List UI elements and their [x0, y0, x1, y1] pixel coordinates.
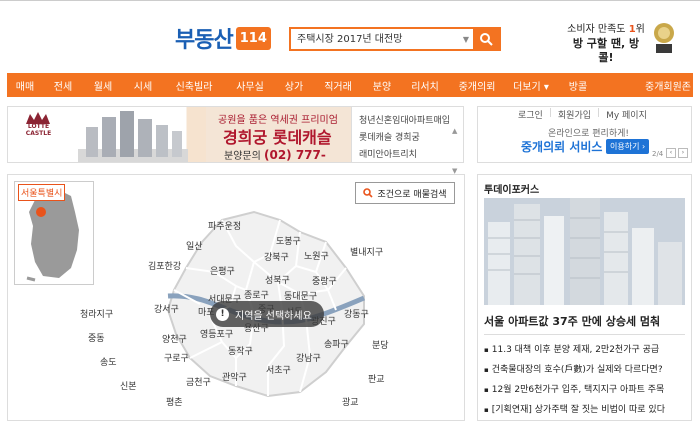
nav-item-research[interactable]: 리서치	[401, 78, 449, 93]
banner-list-item[interactable]: 청년신혼임대아파트매입	[359, 113, 450, 126]
condition-search-button[interactable]: 조건으로 매물검색	[355, 182, 455, 204]
district-gangnam[interactable]: 강남구	[296, 351, 321, 364]
promo-line1a: 소비자 만족도	[567, 24, 629, 35]
district-gwanak[interactable]: 관악구	[222, 370, 247, 383]
promo-rank: 1	[628, 24, 636, 35]
nav-item-office[interactable]: 사무실	[225, 78, 275, 93]
login-tabs: 로그인 | 회원가입 | My 페이지	[518, 108, 647, 121]
banner-brand: LOTTE CASTLE	[25, 123, 52, 137]
focus-headline[interactable]: 서울 아파트값 37주 만에 상승세 멈춰	[484, 313, 660, 329]
district-seocho[interactable]: 서초구	[266, 363, 291, 376]
district-geumcheon[interactable]: 금천구	[186, 375, 211, 388]
district-pyeongchon[interactable]: 평촌	[166, 395, 183, 408]
search-input[interactable]: 주택시장 2017년 대전망	[291, 29, 459, 49]
tab-signup[interactable]: 회원가입	[558, 108, 591, 121]
district-gimpo[interactable]: 김포한강	[148, 259, 181, 272]
promo-text[interactable]: 소비자 만족도 1위 방 구할 땐, 방콜!	[566, 23, 646, 65]
search-icon	[480, 33, 493, 46]
nav-item-more[interactable]: 더보기 ▾	[505, 78, 557, 93]
logo-text: 부동산	[175, 28, 234, 53]
tab-mypage[interactable]: My 페이지	[606, 108, 647, 121]
search-icon	[363, 188, 374, 198]
district-pangyo[interactable]: 판교	[368, 372, 385, 385]
banner-line3: 분양문의 (02) 777-0688	[224, 147, 351, 162]
promo-line1c: 위	[635, 24, 645, 35]
site-logo[interactable]: 부동산 114	[175, 23, 271, 53]
minimap-label: 서울특별시	[18, 184, 66, 201]
banner-list-item[interactable]: 래미안아트리치	[359, 147, 417, 160]
nav-item-price[interactable]: 시세	[123, 78, 163, 93]
logo-number: 114	[235, 26, 271, 50]
district-yangcheon[interactable]: 양천구	[162, 332, 187, 345]
district-dongjak[interactable]: 동작구	[228, 344, 253, 357]
search-bar[interactable]: 주택시장 2017년 대전망 ▼	[289, 27, 501, 51]
nav-item-new-villa[interactable]: 신축빌라	[163, 78, 225, 93]
nav-item-bangcall[interactable]: 방콜	[557, 78, 599, 93]
district-gangdong[interactable]: 강동구	[344, 307, 369, 320]
divider: |	[548, 108, 552, 118]
district-eunpyeong[interactable]: 은평구	[210, 264, 235, 277]
news-item[interactable]: 11.3 대책 이후 분양 제재, 2만2천가구 공급	[484, 342, 659, 355]
banner-list: 청년신혼임대아파트매입 롯데캐슬 경희궁 래미안아트리치 ▲ ▼	[352, 106, 464, 175]
prev-button[interactable]: ‹	[666, 148, 676, 158]
tab-login[interactable]: 로그인	[518, 108, 543, 121]
divider: |	[597, 108, 601, 118]
focus-title: 투데이포커스	[484, 185, 540, 196]
chevron-down-icon[interactable]: ▼	[459, 29, 473, 49]
banner-line2: 경희궁 롯데캐슬	[223, 128, 332, 147]
district-jungdong[interactable]: 중동	[88, 331, 105, 344]
select-region-tooltip: ! 지역을 선택하세요	[210, 301, 324, 327]
district-jungnang[interactable]: 중랑구	[312, 274, 337, 287]
news-item[interactable]: 12월 2만6천가구 입주, 택지지구 아파트 주목	[484, 382, 665, 395]
nav-item-brokerage[interactable]: 중개의뢰	[449, 78, 505, 93]
banner-contact-label: 분양문의	[224, 151, 264, 162]
building-image	[78, 111, 188, 162]
nav-item-member-zone[interactable]: 중개회원존	[599, 78, 691, 93]
focus-image[interactable]	[484, 198, 685, 305]
district-guro[interactable]: 구로구	[164, 351, 189, 364]
district-yeongdeungpo[interactable]: 영등포구	[200, 327, 233, 340]
nav-item-direct[interactable]: 직거래	[313, 78, 363, 93]
condition-search-label: 조건으로 매물검색	[377, 189, 447, 200]
district-gwanggyo[interactable]: 광교	[342, 395, 359, 408]
login-box: 로그인 | 회원가입 | My 페이지 온라인으로 편리하게! 중개의뢰 서비스…	[477, 106, 692, 163]
promo-line2: 방 구할 땐, 방콜!	[572, 37, 640, 64]
district-paju[interactable]: 파주운정	[208, 219, 241, 232]
banner-list-item[interactable]: 롯데캐슬 경희궁	[359, 130, 420, 143]
district-sinbon[interactable]: 신본	[120, 379, 137, 392]
search-button[interactable]	[473, 29, 499, 49]
tooltip-text: 지역을 선택하세요	[235, 310, 312, 322]
divider	[484, 334, 685, 335]
nav-item-jeonse[interactable]: 전세	[43, 78, 83, 93]
district-songdo[interactable]: 송도	[100, 355, 117, 368]
use-service-button[interactable]: 이용하기 ›	[606, 139, 650, 154]
district-seongbuk[interactable]: 성북구	[265, 273, 290, 286]
nav-item-presale[interactable]: 분양	[363, 78, 401, 93]
page-indicator: 2/4	[652, 150, 664, 158]
district-nowon[interactable]: 노원구	[304, 249, 329, 262]
district-byeollae[interactable]: 별내지구	[350, 245, 383, 258]
news-item[interactable]: [기획연재] 상가주택 잘 짓는 비법이 따로 있다	[484, 402, 665, 415]
korea-minimap[interactable]: 서울특별시	[14, 181, 94, 285]
district-bundang[interactable]: 분당	[372, 338, 389, 351]
nav-item-monthly[interactable]: 월세	[83, 78, 123, 93]
district-ilsan[interactable]: 일산	[186, 239, 203, 252]
info-icon: !	[216, 307, 229, 321]
login-service-title: 중개의뢰 서비스	[521, 140, 603, 154]
district-songpa[interactable]: 송파구	[324, 337, 349, 350]
apartment-photo	[484, 198, 685, 305]
main-nav: 매매 전세 월세 시세 신축빌라 사무실 상가 직거래 분양 리서치 중개의뢰 …	[7, 73, 693, 97]
nav-item-sale[interactable]: 매매	[7, 78, 43, 93]
district-gangseo[interactable]: 강서구	[154, 302, 179, 315]
news-item[interactable]: 건축물대장의 호수(戶數)가 실제와 다르다면?	[484, 362, 663, 375]
district-jongno[interactable]: 종로구	[244, 288, 269, 301]
next-button[interactable]: ›	[678, 148, 688, 158]
district-gangbuk[interactable]: 강북구	[264, 250, 289, 263]
page: 부동산 114 주택시장 2017년 대전망 ▼ 소비자 만족도 1위 방 구할…	[0, 0, 700, 428]
nav-item-shop[interactable]: 상가	[275, 78, 313, 93]
district-cheongna[interactable]: 청라지구	[80, 307, 113, 320]
trophy-icon	[654, 23, 674, 53]
ad-banner[interactable]: LOTTE CASTLE 공원을 품은 역세권 프리미엄 경희궁 롯데캐슬 분양…	[7, 106, 352, 163]
district-dobong[interactable]: 도봉구	[276, 234, 301, 247]
